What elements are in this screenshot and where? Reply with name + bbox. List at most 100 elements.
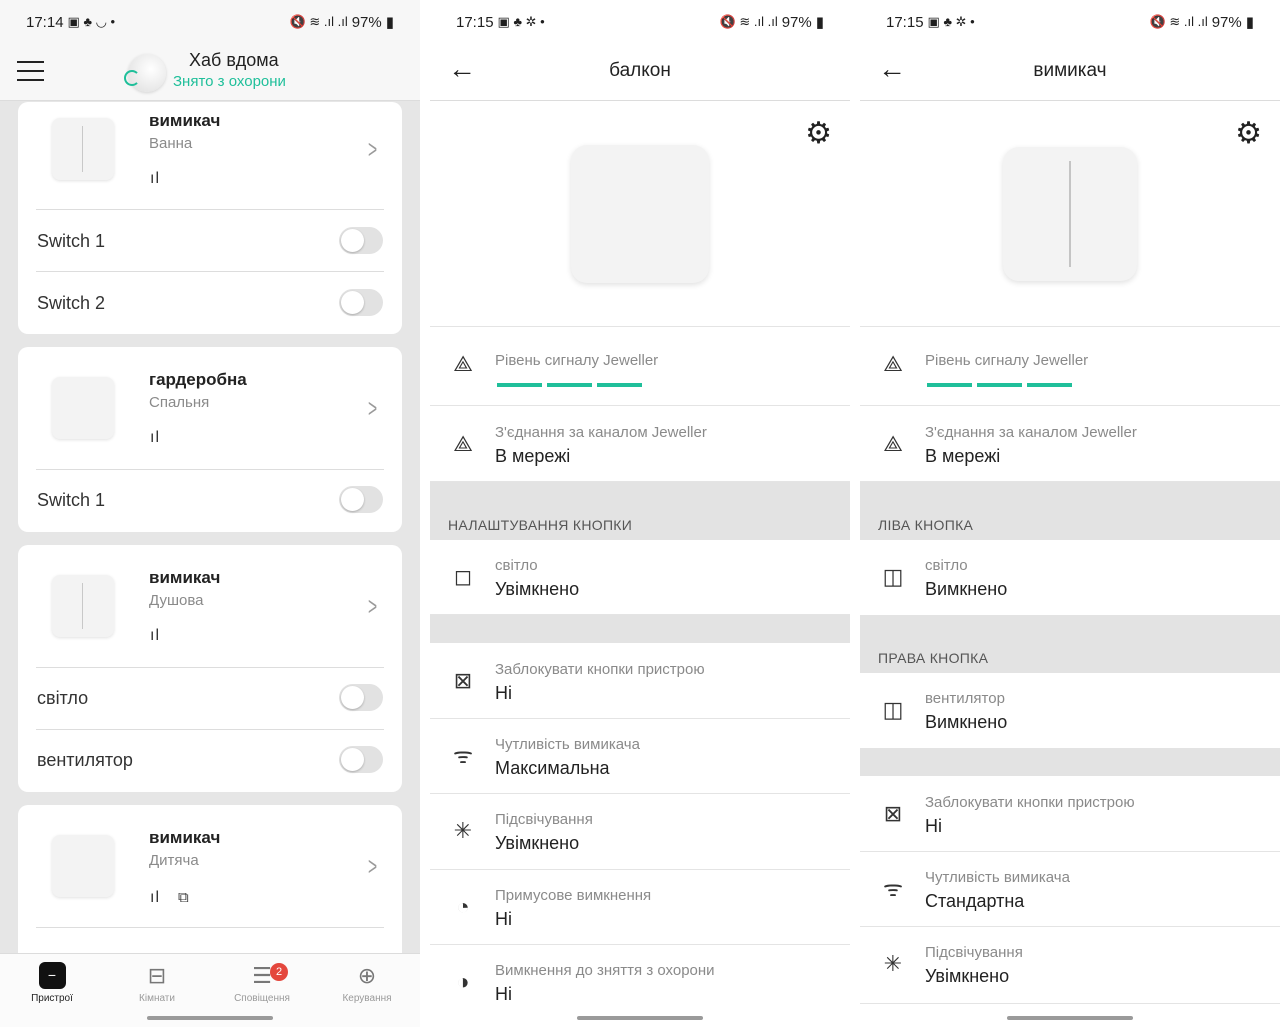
setting-row[interactable]: ⊠ Заблокувати кнопки пристрою Ні [860,776,1280,852]
nav-control[interactable]: ⊕ Керування [322,962,412,1004]
home-indicator[interactable] [147,1016,273,1020]
device-room: Ванна [149,135,193,152]
notification-badge: 2 [270,963,288,981]
signal-icons: 🔇 ≋ .ıl .ıl [1149,14,1208,29]
switch-label: Switch 1 [37,490,106,510]
setting-value: Увімкнено [495,833,580,853]
gear-icon[interactable]: ⚙ [805,118,832,150]
button-label: світло [925,557,968,574]
right-button-row[interactable]: ◫ вентилятор Вимкнено [860,673,1280,748]
control-icon: ⊕ [357,963,377,988]
device-card: вимикач Душова ıl > світло вентилятор [18,545,402,792]
switch-toggle[interactable] [339,289,383,316]
chevron-right-icon[interactable]: > [368,851,377,882]
button-label: вентилятор [925,690,1005,707]
section-header: НАЛАШТУВАННЯ КНОПКИ [430,482,850,540]
device-room: Душова [149,592,204,609]
chevron-right-icon[interactable]: > [368,393,377,424]
button-value: Вимкнено [925,712,1008,732]
chevron-right-icon[interactable]: > [368,134,377,165]
divider [36,209,384,210]
single-button-icon: ◻ [453,564,473,589]
page-title: балкон [609,60,671,81]
setting-row[interactable]: ◑ Вимкнення до зняття з охорони Ні [430,945,850,1027]
device-thumbnail[interactable] [52,377,114,439]
device-name[interactable]: вимикач [149,111,220,131]
rooms-icon: ⊟ [147,963,167,988]
chevron-right-icon[interactable]: > [368,591,377,622]
switch-label: світло [37,688,89,708]
button-row[interactable]: ◻ світло Увімкнено [430,540,850,615]
jeweller-icon: ⟁ [883,431,903,456]
jeweller-icon: ⟁ [453,351,473,376]
connection-label: З'єднання за каналом Jeweller [495,424,707,441]
disarmed-ring-icon [124,70,140,86]
setting-label: Чутливість вимикача [495,736,640,753]
home-indicator[interactable] [1007,1016,1133,1020]
device-thumbnail[interactable] [52,835,114,897]
setting-row[interactable]: ᯤ Чутливість вимикача Стандартна [860,852,1280,927]
setting-row[interactable]: ᯤ Чутливість вимикача Максимальна [430,719,850,794]
setting-row[interactable]: ✳ Підсвічування Увімкнено [860,927,1280,1004]
nav-rooms[interactable]: ⊟ Кімнати [112,962,202,1004]
connection-value: В мережі [925,446,1001,466]
devices-screen: 17:14 ▣ ♣ ◡ • 🔇 ≋ .ıl .ıl 97% ▮ Хаб вдома З… [0,0,420,1027]
setting-row[interactable]: ⊠ Заблокувати кнопки пристрою Ні [430,643,850,719]
setting-value: Ні [495,683,512,703]
battery-icon: ▮ [385,14,394,31]
switch-toggle[interactable] [339,486,383,513]
page-title: вимикач [1033,60,1107,81]
signal-label: Рівень сигналу Jeweller [495,352,659,369]
notification-icons: ▣ ♣ ✲ • [927,14,975,29]
setting-label: Підсвічування [925,944,1023,961]
nav-devices[interactable]: − Пристрої [7,962,97,1004]
switch-toggle[interactable] [339,746,383,773]
device-image [1003,147,1137,281]
left-button-row[interactable]: ◫ світло Вимкнено [860,540,1280,615]
switch-label: вентилятор [37,750,133,770]
signal-strength-icon: ıl [150,429,160,446]
setting-row[interactable]: ◔ Примусове вимкнення Ні [430,870,850,945]
signal-row: ⟁ Рівень сигналу Jeweller [430,327,850,406]
device-name[interactable]: вимикач [149,828,220,848]
backlight-icon: ✳ [883,951,903,976]
nav-notifications[interactable]: ☰ Сповіщення 2 [217,962,307,1004]
device-thumbnail[interactable] [52,575,114,637]
device-thumbnail[interactable] [52,118,114,180]
button-label: світло [495,557,538,574]
hub-header: Хаб вдома Знято з охорони [0,44,420,101]
top-bar: ← балкон [430,44,850,101]
connection-label: З'єднання за каналом Jeweller [925,424,1137,441]
section-header: ЛІВА КНОПКА [860,482,1280,540]
home-indicator[interactable] [577,1016,703,1020]
disarm-off-icon: ◑ [456,969,470,994]
connection-value: В мережі [495,446,571,466]
sensitivity-icon: ᯤ [452,743,474,768]
switch-label: Switch 1 [37,231,106,251]
hub-title[interactable]: Хаб вдома [189,50,279,71]
status-time: 17:14 [26,13,64,31]
signal-icons: 🔇 ≋ .ıl .ıl [289,14,348,29]
device-card: гардеробна Спальня ıl > Switch 1 [18,347,402,532]
switch-toggle[interactable] [339,684,383,711]
devices-icon: − [38,962,66,989]
setting-value: Ні [925,816,942,836]
status-battery: 97% [1211,13,1242,31]
setting-value: Максимальна [495,758,610,778]
divider [36,729,384,730]
setting-row[interactable]: ✳ Підсвічування Увімкнено [430,794,850,870]
setting-value: Стандартна [925,891,1025,911]
status-bar: 17:15 ▣ ♣ ✲ • 🔇 ≋ .ıl .ıl 97% ▮ [430,0,850,44]
button-value: Увімкнено [495,579,580,599]
device-name[interactable]: вимикач [149,568,220,588]
menu-icon[interactable] [17,61,44,81]
signal-strength-icon: ıl [150,889,160,906]
notification-icons: ▣ ♣ ◡ • [67,14,116,29]
status-battery: 97% [781,13,812,31]
switch-toggle[interactable] [339,227,383,254]
device-settings-screen: 17:15 ▣ ♣ ✲ • 🔇 ≋ .ıl .ıl 97% ▮ ← вимикач ⚙… [860,0,1280,1027]
status-time: 17:15 [456,13,494,31]
device-name[interactable]: гардеробна [149,370,247,390]
setting-label: Вимкнення до зняття з охорони [495,962,715,979]
gear-icon[interactable]: ⚙ [1235,118,1262,150]
